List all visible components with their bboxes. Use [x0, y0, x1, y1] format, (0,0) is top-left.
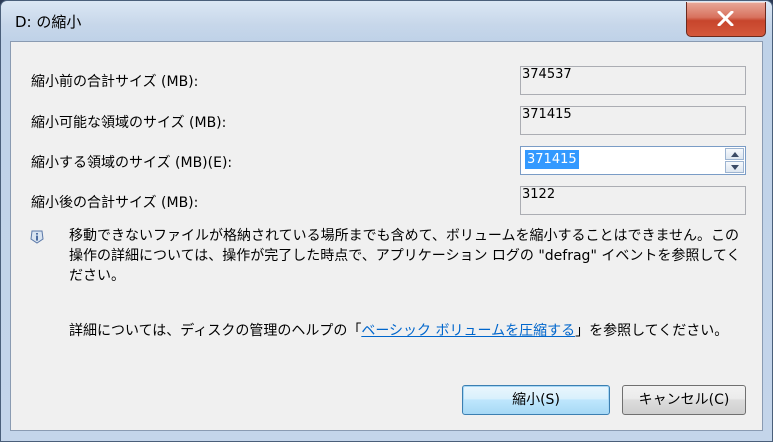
- total-after-field: 3122: [520, 186, 746, 215]
- help-message: 詳細については、ディスクの管理のヘルプの「ベーシック ボリュームを圧縮する」を参…: [69, 321, 749, 341]
- info-message: 移動できないファイルが格納されている場所までも含めて、ボリュームを縮小することは…: [69, 228, 741, 284]
- help-prefix: 詳細については、ディスクの管理のヘルプの「: [69, 323, 362, 339]
- shrink-button[interactable]: 縮小(S): [462, 385, 610, 415]
- shrink-amount-stepper[interactable]: 371415: [520, 146, 746, 175]
- close-icon: [717, 11, 734, 26]
- info-icon: [30, 229, 44, 248]
- help-suffix: 」を参照してください。: [575, 323, 729, 339]
- chevron-up-icon: [731, 152, 739, 157]
- title-bar[interactable]: D: の縮小: [1, 1, 772, 41]
- total-before-field: 374537: [520, 66, 746, 95]
- shrink-dialog: D: の縮小 縮小前の合計サイズ (MB): 374537 縮小可能な領域のサイ…: [0, 0, 773, 442]
- available-label: 縮小可能な領域のサイズ (MB):: [31, 115, 227, 131]
- dialog-body: 縮小前の合計サイズ (MB): 374537 縮小可能な領域のサイズ (MB):…: [10, 41, 763, 431]
- spin-down-button[interactable]: [725, 161, 744, 173]
- spin-up-button[interactable]: [725, 148, 744, 160]
- available-field: 371415: [520, 106, 746, 135]
- total-after-label: 縮小後の合計サイズ (MB):: [31, 195, 199, 211]
- shrink-amount-label: 縮小する領域のサイズ (MB)(E):: [31, 155, 233, 171]
- shrink-amount-input[interactable]: 371415: [525, 150, 579, 169]
- cancel-button[interactable]: キャンセル(C): [622, 385, 746, 415]
- close-button[interactable]: [686, 2, 766, 37]
- chevron-down-icon: [731, 165, 739, 170]
- window-title: D: の縮小: [15, 13, 82, 31]
- total-before-label: 縮小前の合計サイズ (MB):: [31, 74, 199, 90]
- help-link[interactable]: ベーシック ボリュームを圧縮する: [361, 323, 575, 339]
